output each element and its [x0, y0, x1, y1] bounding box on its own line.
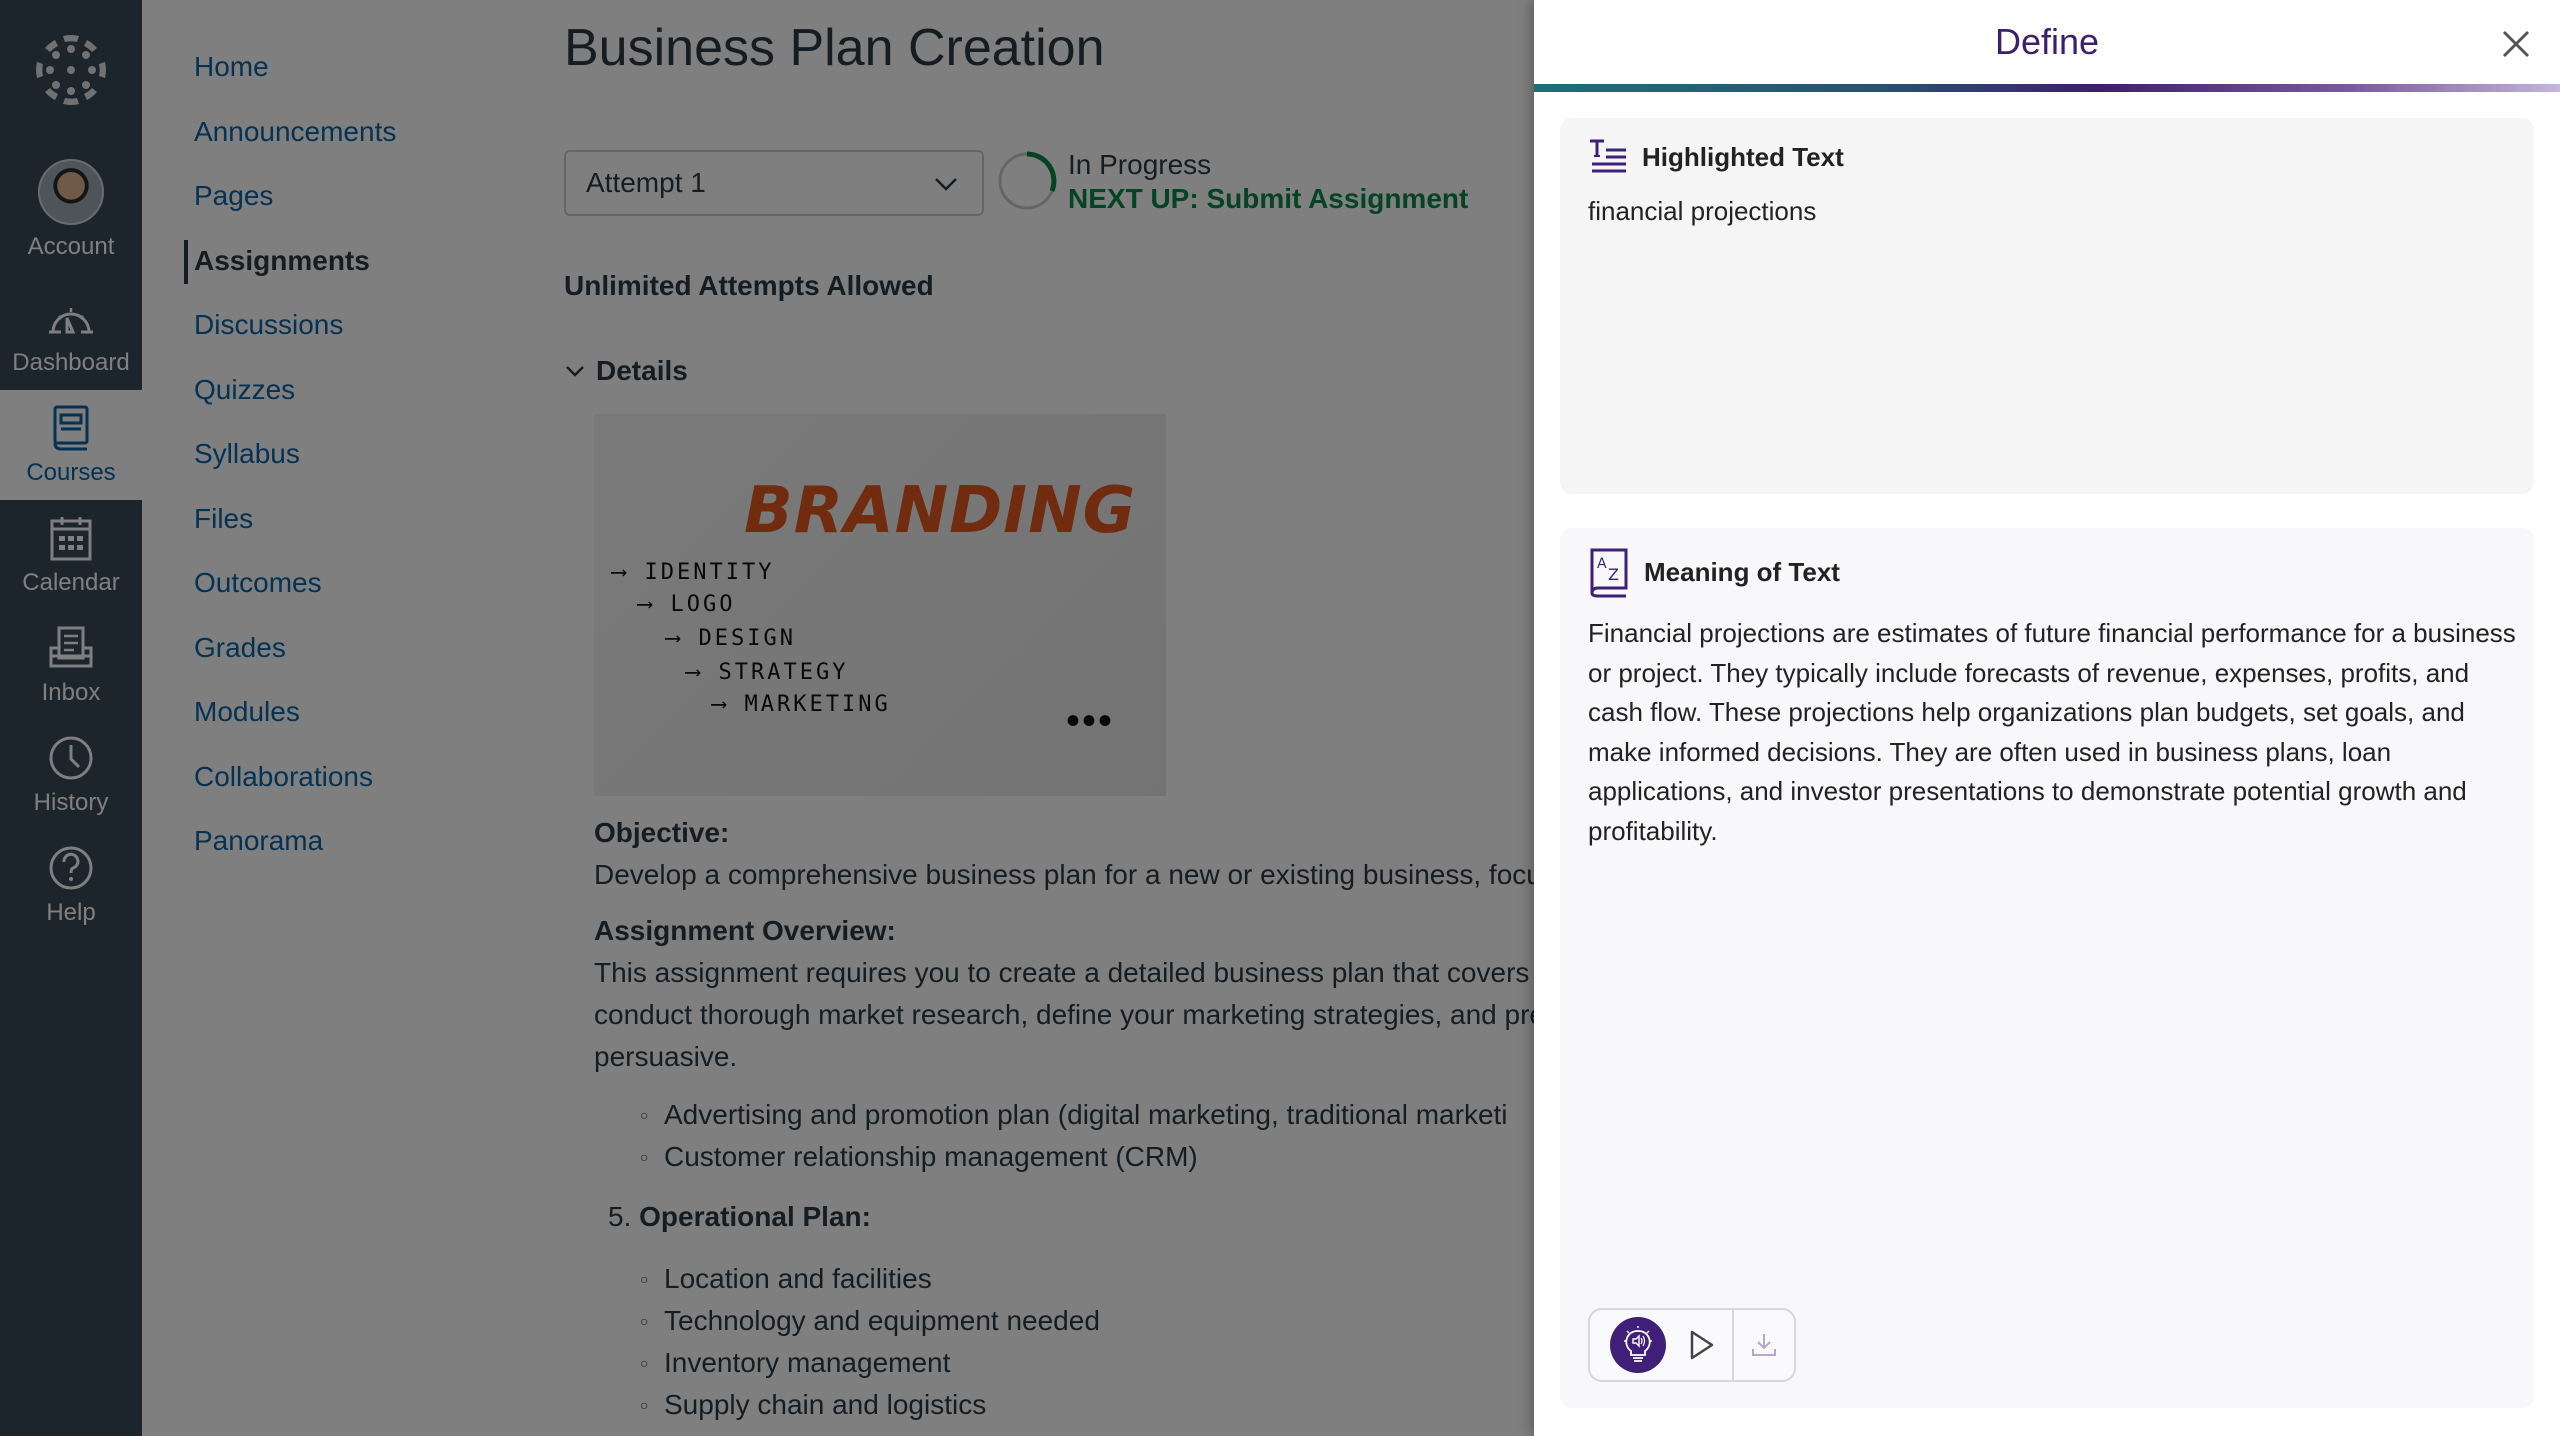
card-header: Highlighted Text — [1560, 118, 2534, 176]
close-icon — [2502, 30, 2530, 58]
audio-controls — [1588, 1308, 1796, 1382]
lightbulb-speaker-icon — [1624, 1326, 1652, 1362]
play-button[interactable] — [1684, 1325, 1720, 1365]
text-to-speech-button[interactable] — [1610, 1317, 1666, 1373]
close-button[interactable] — [2496, 24, 2536, 64]
svg-text:Z: Z — [1608, 565, 1619, 584]
meaning-card: A Z Meaning of Text Financial projection… — [1560, 528, 2534, 1408]
svg-text:A: A — [1597, 556, 1607, 572]
card-header: A Z Meaning of Text — [1560, 528, 2534, 598]
highlighted-text-card: Highlighted Text financial projections — [1560, 118, 2534, 494]
dictionary-icon: A Z — [1590, 548, 1628, 598]
download-button[interactable] — [1734, 1331, 1794, 1359]
card-heading: Highlighted Text — [1642, 141, 1844, 172]
header-gradient-bar — [1534, 84, 2560, 92]
download-icon — [1752, 1334, 1776, 1356]
modal-overlay[interactable] — [0, 0, 1534, 1436]
meaning-text: Financial projections are estimates of f… — [1588, 618, 2516, 846]
panel-header: Define — [1534, 0, 2560, 84]
define-panel: Define Highlighted Text financial projec… — [1534, 0, 2560, 1436]
card-heading: Meaning of Text — [1644, 556, 1840, 587]
play-icon — [1690, 1330, 1714, 1360]
highlighted-text: financial projections — [1588, 196, 1817, 226]
text-lines-icon — [1590, 139, 1626, 173]
panel-title: Define — [1994, 21, 2100, 62]
